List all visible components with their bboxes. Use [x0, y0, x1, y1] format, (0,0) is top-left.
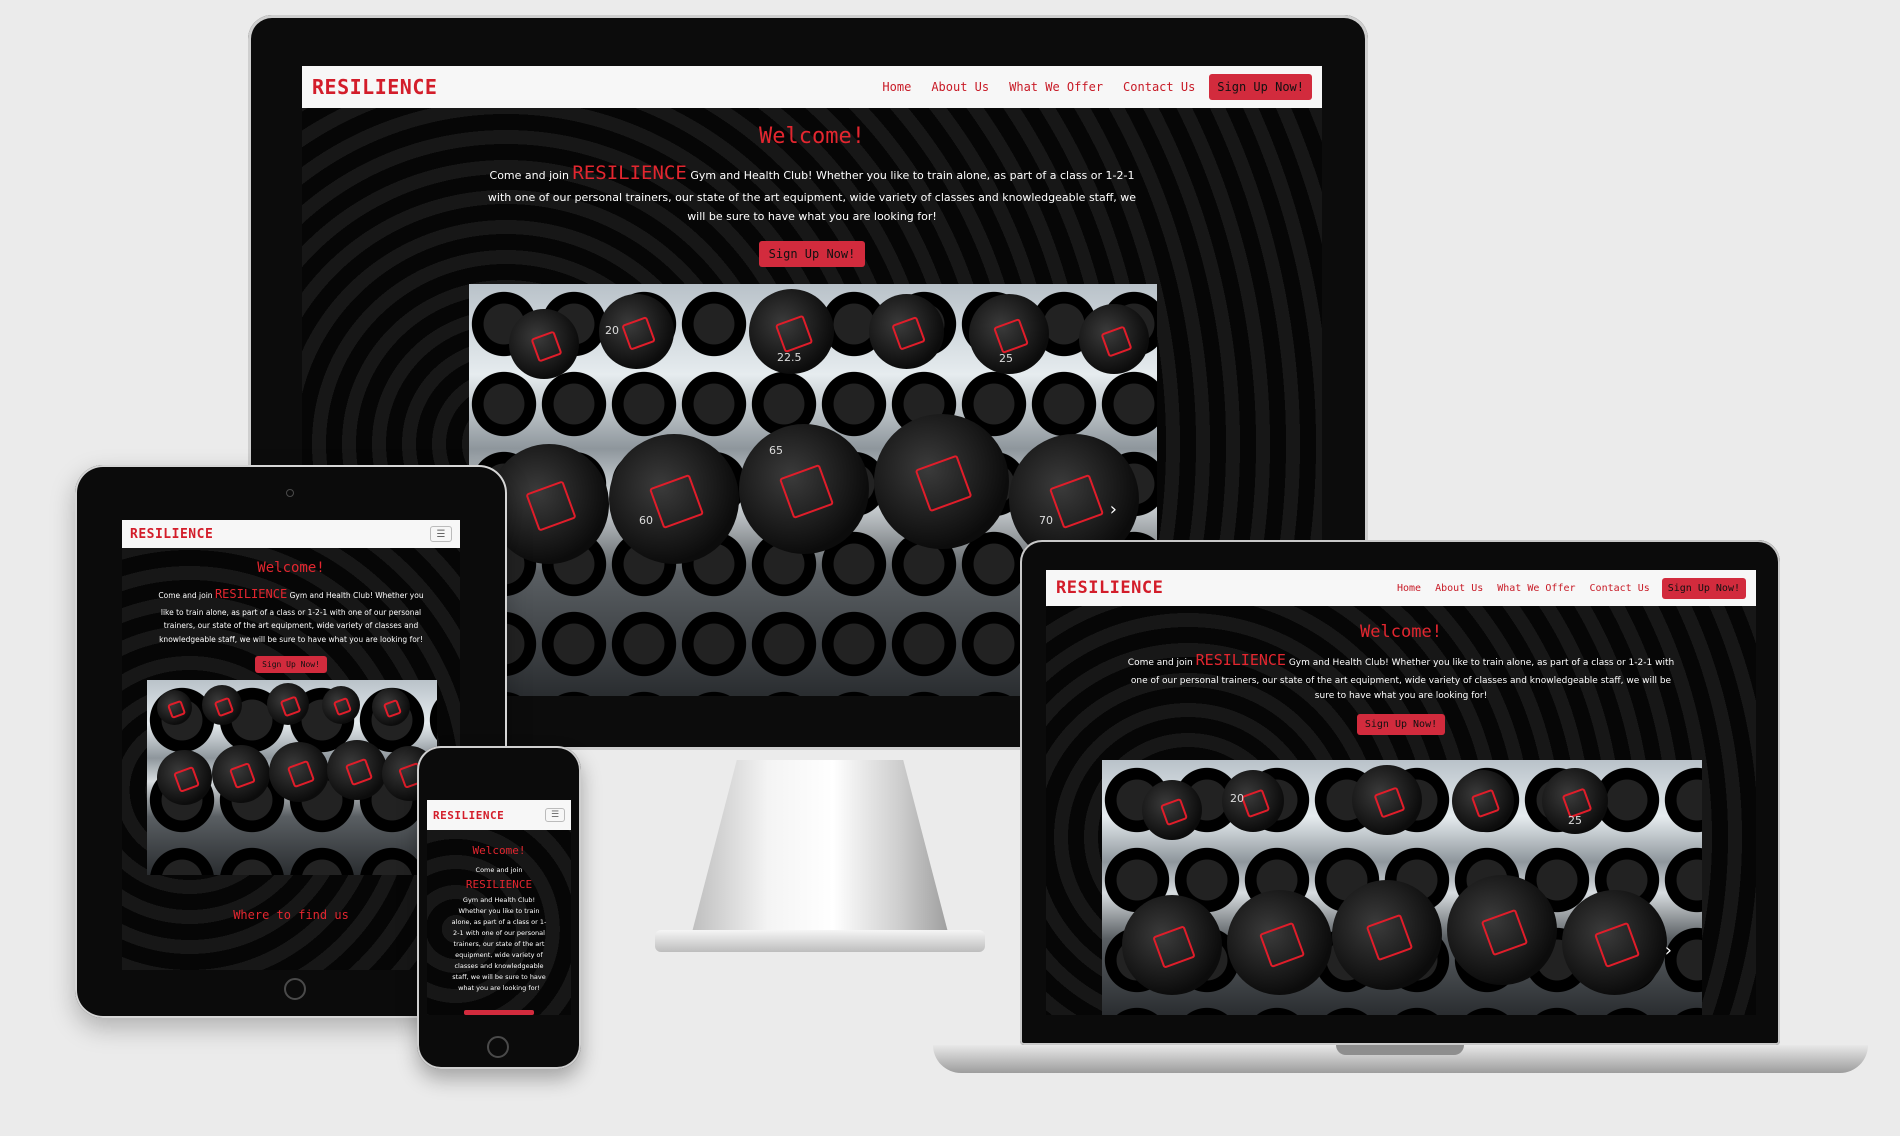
- brand-logo[interactable]: RESILIENCE: [312, 75, 437, 99]
- nav-contact-us[interactable]: Contact Us: [1590, 583, 1650, 594]
- weight-label: 22.5: [777, 351, 802, 364]
- intro-brand: RESILIENCE: [465, 878, 533, 892]
- carousel-next-icon[interactable]: ›: [1110, 499, 1117, 520]
- navbar: RESILIENCE ☰: [122, 520, 460, 548]
- intro-brand: RESILIENCE: [1195, 651, 1286, 669]
- weight-label: 20: [605, 324, 619, 337]
- nav-links: Home About Us What We Offer Contact Us S…: [1383, 577, 1746, 599]
- hero-signup-button[interactable]: Sign Up Now!: [255, 656, 327, 674]
- welcome-heading: Welcome!: [1360, 622, 1442, 642]
- brand-logo[interactable]: RESILIENCE: [1056, 578, 1163, 598]
- menu-toggle-icon[interactable]: ☰: [430, 526, 452, 542]
- brand-logo[interactable]: RESILIENCE: [130, 527, 213, 542]
- nav-what-we-offer[interactable]: What We Offer: [1009, 80, 1103, 94]
- hero-section: Welcome! Come and join RESILIENCE Gym an…: [302, 124, 1322, 267]
- welcome-heading: Welcome!: [257, 560, 325, 576]
- navbar: RESILIENCE Home About Us What We Offer C…: [302, 66, 1322, 108]
- intro-before: Come and join: [475, 866, 523, 874]
- navbar: RESILIENCE Home About Us What We Offer C…: [1046, 570, 1756, 606]
- intro-paragraph: Come and join RESILIENCE Gym and Health …: [151, 584, 431, 646]
- nav-about-us[interactable]: About Us: [931, 80, 989, 94]
- tablet-camera-icon: [286, 489, 294, 497]
- carousel-next-icon[interactable]: ›: [1665, 940, 1672, 961]
- menu-toggle-icon[interactable]: ☰: [545, 808, 565, 822]
- nav-about-us[interactable]: About Us: [1435, 583, 1483, 594]
- intro-paragraph: Come and join RESILIENCE Gym and Health …: [1121, 648, 1681, 704]
- monitor-base: [655, 930, 985, 952]
- intro-brand: RESILIENCE: [214, 587, 288, 601]
- welcome-heading: Welcome!: [472, 844, 526, 857]
- intro-paragraph: Come and join RESILIENCE Gym and Health …: [451, 865, 547, 994]
- weight-label: 25: [1568, 814, 1582, 827]
- intro-paragraph: Come and join RESILIENCE Gym and Health …: [487, 157, 1137, 227]
- hero-signup-button-partial[interactable]: [464, 1010, 534, 1015]
- nav-contact-us[interactable]: Contact Us: [1123, 80, 1195, 94]
- monitor-stand: [690, 760, 950, 940]
- nav-what-we-offer[interactable]: What We Offer: [1497, 583, 1575, 594]
- intro-brand: RESILIENCE: [572, 162, 687, 184]
- intro-after: Gym and Health Club! Whether you like to…: [451, 895, 547, 993]
- nav-home[interactable]: Home: [1397, 583, 1421, 594]
- hero-section: Welcome! Come and join RESILIENCE Gym an…: [427, 844, 571, 994]
- brand-logo[interactable]: RESILIENCE: [433, 809, 504, 822]
- weight-label: 25: [999, 352, 1013, 365]
- intro-before: Come and join: [489, 169, 569, 182]
- weight-label: 70: [1039, 514, 1053, 527]
- nav-home[interactable]: Home: [882, 80, 911, 94]
- tablet-home-button: [284, 978, 306, 1000]
- laptop-screen: RESILIENCE Home About Us What We Offer C…: [1046, 570, 1756, 1015]
- laptop-notch: [1336, 1045, 1464, 1055]
- weight-label: 60: [639, 514, 653, 527]
- phone-home-button: [487, 1036, 509, 1058]
- nav-signup-button[interactable]: Sign Up Now!: [1209, 74, 1312, 100]
- phone-screen: RESILIENCE ☰ Welcome! Come and join RESI…: [427, 800, 571, 1015]
- find-us-heading: Where to find us: [233, 908, 349, 922]
- hero-signup-button[interactable]: Sign Up Now!: [1356, 714, 1446, 736]
- gym-carousel-image[interactable]: ›: [147, 680, 437, 875]
- tablet-screen: RESILIENCE ☰ Welcome! Come and join RESI…: [122, 520, 460, 970]
- hero-signup-button[interactable]: Sign Up Now!: [758, 240, 866, 267]
- gym-carousel-image[interactable]: 20 25 ›: [1102, 760, 1702, 1015]
- hero-section: Welcome! Come and join RESILIENCE Gym an…: [1046, 622, 1756, 736]
- weight-label: 20: [1230, 792, 1244, 805]
- navbar: RESILIENCE ☰: [427, 800, 571, 830]
- nav-links: ☰: [545, 808, 565, 822]
- weight-label: 65: [769, 444, 783, 457]
- nav-signup-button[interactable]: Sign Up Now!: [1661, 577, 1746, 599]
- nav-links: ☰: [430, 526, 452, 542]
- intro-before: Come and join: [158, 591, 213, 600]
- hero-section: Welcome! Come and join RESILIENCE Gym an…: [122, 560, 460, 674]
- intro-before: Come and join: [1127, 658, 1193, 668]
- welcome-heading: Welcome!: [759, 124, 865, 149]
- nav-links: Home About Us What We Offer Contact Us S…: [862, 74, 1312, 100]
